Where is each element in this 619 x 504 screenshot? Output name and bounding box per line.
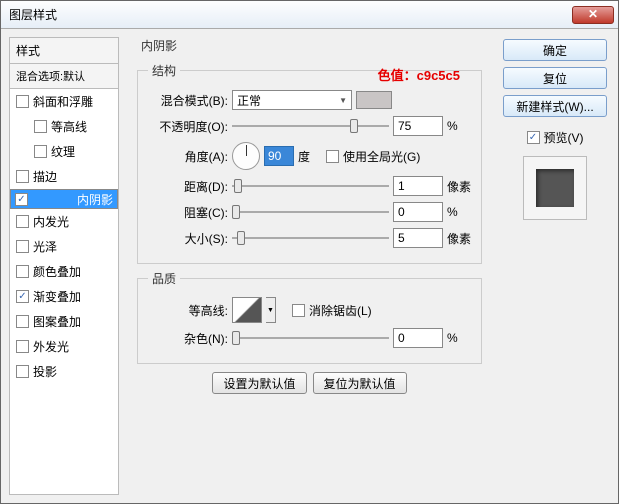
styles-panel: 样式 混合选项:默认 斜面和浮雕等高线纹理描边内阴影内发光光泽颜色叠加渐变叠加图… (9, 37, 119, 495)
style-item[interactable]: 光泽 (10, 234, 118, 259)
choke-label: 阻塞(C): (148, 204, 228, 221)
style-checkbox[interactable] (16, 265, 29, 278)
new-style-button[interactable]: 新建样式(W)... (503, 95, 607, 117)
chevron-down-icon: ▼ (339, 96, 347, 105)
size-slider[interactable] (232, 230, 389, 246)
style-checkbox[interactable] (16, 215, 29, 228)
noise-input[interactable]: 0 (393, 328, 443, 348)
styles-header: 样式 (9, 37, 119, 64)
antialias-label: 消除锯齿(L) (309, 302, 372, 319)
style-checkbox[interactable] (16, 340, 29, 353)
opacity-unit: % (447, 119, 471, 133)
make-default-button[interactable]: 设置为默认值 (212, 372, 306, 394)
global-light-checkbox[interactable] (326, 150, 339, 163)
structure-group: 结构 混合模式(B): 正常 ▼ 不透明度(O): 75 % (137, 62, 482, 264)
quality-legend: 品质 (148, 270, 180, 287)
style-checkbox[interactable] (16, 315, 29, 328)
style-checkbox[interactable] (34, 145, 47, 158)
size-input[interactable]: 5 (393, 228, 443, 248)
color-swatch[interactable] (356, 91, 392, 109)
style-label: 外发光 (33, 338, 69, 355)
distance-input[interactable]: 1 (393, 176, 443, 196)
contour-dropdown[interactable]: ▼ (266, 297, 276, 323)
style-label: 等高线 (51, 118, 87, 135)
distance-slider[interactable] (232, 178, 389, 194)
size-label: 大小(S): (148, 230, 228, 247)
structure-legend: 结构 (148, 62, 180, 79)
settings-panel: 色值：c9c5c5 内阴影 结构 混合模式(B): 正常 ▼ 不透明度(O): (127, 37, 492, 495)
titlebar: 图层样式 ✕ (1, 1, 618, 29)
preview-swatch (536, 169, 574, 207)
action-panel: 确定 复位 新建样式(W)... 预览(V) (500, 37, 610, 495)
style-item[interactable]: 纹理 (10, 139, 118, 164)
ok-button[interactable]: 确定 (503, 39, 607, 61)
global-light-label: 使用全局光(G) (343, 148, 420, 165)
style-checkbox[interactable] (34, 120, 47, 133)
style-label: 纹理 (51, 143, 75, 160)
style-item[interactable]: 描边 (10, 164, 118, 189)
preview-checkbox[interactable] (527, 131, 540, 144)
style-item[interactable]: 图案叠加 (10, 309, 118, 334)
noise-label: 杂色(N): (148, 330, 228, 347)
size-unit: 像素 (447, 230, 471, 247)
opacity-slider[interactable] (232, 118, 389, 134)
style-checkbox[interactable] (16, 290, 29, 303)
choke-unit: % (447, 205, 471, 219)
style-label: 内发光 (33, 213, 69, 230)
contour-label: 等高线: (148, 302, 228, 319)
antialias-checkbox[interactable] (292, 304, 305, 317)
quality-group: 品质 等高线: ▼ 消除锯齿(L) 杂色(N): 0 % (137, 270, 482, 364)
group-title: 内阴影 (137, 37, 181, 54)
preview-box (523, 156, 587, 220)
opacity-input[interactable]: 75 (393, 116, 443, 136)
style-label: 斜面和浮雕 (33, 93, 93, 110)
window-title: 图层样式 (9, 6, 572, 23)
style-item[interactable]: 内发光 (10, 209, 118, 234)
style-checkbox[interactable] (16, 240, 29, 253)
preview-label: 预览(V) (544, 129, 584, 146)
style-label: 投影 (33, 363, 57, 380)
angle-unit: 度 (298, 148, 310, 165)
cancel-button[interactable]: 复位 (503, 67, 607, 89)
opacity-label: 不透明度(O): (148, 118, 228, 135)
contour-picker[interactable] (232, 297, 262, 323)
style-label: 渐变叠加 (33, 288, 81, 305)
style-label: 光泽 (33, 238, 57, 255)
style-item[interactable]: 渐变叠加 (10, 284, 118, 309)
style-list: 斜面和浮雕等高线纹理描边内阴影内发光光泽颜色叠加渐变叠加图案叠加外发光投影 (9, 89, 119, 495)
style-label: 图案叠加 (33, 313, 81, 330)
style-item[interactable]: 等高线 (10, 114, 118, 139)
style-item[interactable]: 颜色叠加 (10, 259, 118, 284)
reset-default-button[interactable]: 复位为默认值 (313, 372, 407, 394)
style-checkbox[interactable] (16, 95, 29, 108)
style-checkbox[interactable] (16, 170, 29, 183)
distance-label: 距离(D): (148, 178, 228, 195)
style-label: 内阴影 (77, 191, 113, 208)
layer-style-dialog: 图层样式 ✕ 样式 混合选项:默认 斜面和浮雕等高线纹理描边内阴影内发光光泽颜色… (0, 0, 619, 504)
style-checkbox[interactable] (15, 193, 28, 206)
style-item[interactable]: 外发光 (10, 334, 118, 359)
style-item[interactable]: 斜面和浮雕 (10, 89, 118, 114)
choke-input[interactable]: 0 (393, 202, 443, 222)
distance-unit: 像素 (447, 178, 471, 195)
noise-unit: % (447, 331, 471, 345)
blend-mode-label: 混合模式(B): (148, 92, 228, 109)
blend-mode-select[interactable]: 正常 ▼ (232, 90, 352, 110)
angle-input[interactable]: 90 (264, 146, 294, 166)
blending-options-header[interactable]: 混合选项:默认 (9, 64, 119, 89)
style-checkbox[interactable] (16, 365, 29, 378)
style-label: 描边 (33, 168, 57, 185)
style-label: 颜色叠加 (33, 263, 81, 280)
noise-slider[interactable] (232, 330, 389, 346)
choke-slider[interactable] (232, 204, 389, 220)
close-button[interactable]: ✕ (572, 6, 614, 24)
angle-dial[interactable] (232, 142, 260, 170)
angle-label: 角度(A): (148, 148, 228, 165)
color-annotation: 色值：c9c5c5 (378, 65, 460, 84)
style-item[interactable]: 投影 (10, 359, 118, 384)
style-item[interactable]: 内阴影 (10, 189, 118, 209)
